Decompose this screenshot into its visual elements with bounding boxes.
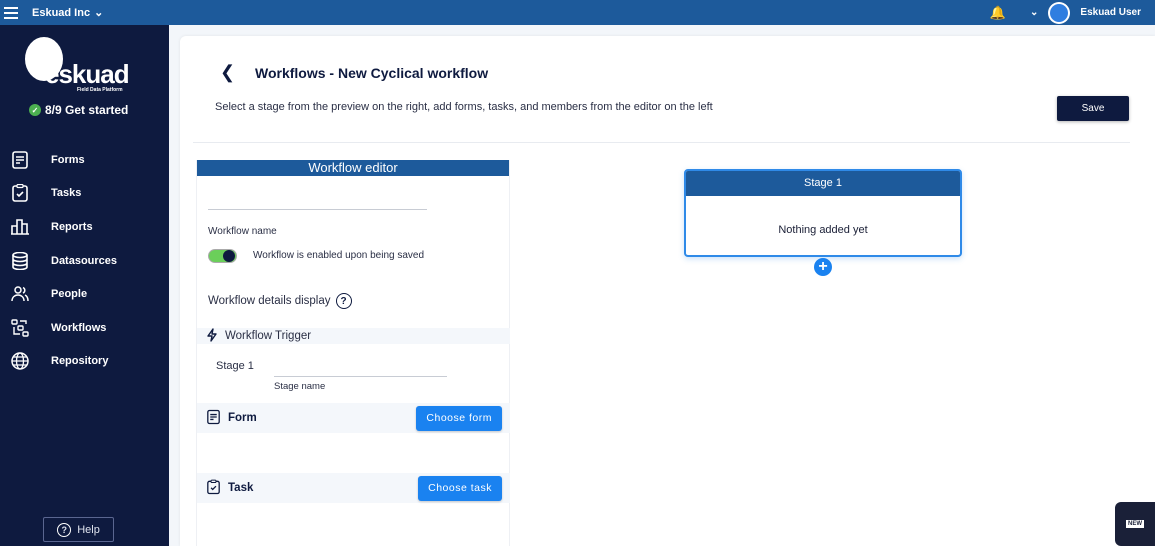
sidebar-item-label: Reports bbox=[51, 220, 93, 233]
workflow-trigger[interactable]: Workflow Trigger bbox=[197, 327, 510, 345]
choose-task-button[interactable]: Choose task bbox=[418, 475, 502, 501]
sidebar-item-workflows[interactable]: Workflows bbox=[0, 311, 169, 345]
form-label: Form bbox=[228, 412, 257, 424]
chevron-down-icon[interactable]: ⌄ bbox=[1030, 7, 1038, 18]
back-chevron-icon[interactable]: ❮ bbox=[220, 62, 235, 83]
logo-subtitle: Field Data Platform bbox=[77, 87, 123, 93]
workflow-name-label: Workflow name bbox=[208, 226, 277, 237]
user-name[interactable]: Eskuad User bbox=[1080, 7, 1141, 18]
trigger-label: Workflow Trigger bbox=[225, 330, 312, 342]
page-title: Workflows - New Cyclical workflow bbox=[255, 65, 489, 81]
whats-new-button[interactable]: NEW bbox=[1115, 502, 1155, 546]
check-circle-icon: ✓ bbox=[29, 104, 41, 116]
workflow-editor: Workflow editor Workflow name Workflow i… bbox=[196, 160, 510, 546]
org-switcher[interactable]: Eskuad Inc ⌄ bbox=[32, 6, 104, 20]
main-card: ❮ Workflows - New Cyclical workflow Sele… bbox=[180, 36, 1155, 546]
divider bbox=[193, 142, 1130, 143]
workflow-icon bbox=[11, 319, 29, 337]
get-started-label: 8/9 Get started bbox=[45, 103, 129, 117]
help-button[interactable]: ? Help bbox=[43, 517, 114, 542]
database-icon bbox=[11, 251, 29, 270]
stage-name-input[interactable] bbox=[274, 376, 447, 377]
org-name: Eskuad Inc bbox=[32, 6, 91, 19]
question-circle-icon[interactable]: ? bbox=[335, 293, 352, 309]
sidebar-item-label: Datasources bbox=[51, 254, 118, 267]
globe-icon bbox=[11, 352, 29, 371]
menu-icon[interactable] bbox=[4, 6, 18, 19]
sidebar-item-datasources[interactable]: Datasources bbox=[0, 244, 169, 278]
help-label: Help bbox=[77, 523, 100, 536]
form-row: Form Choose form bbox=[197, 403, 510, 433]
enabled-toggle[interactable] bbox=[208, 249, 237, 263]
sidebar-item-people[interactable]: People bbox=[0, 277, 169, 311]
sidebar-item-forms[interactable]: Forms bbox=[0, 143, 169, 177]
clipboard-check-icon bbox=[11, 184, 29, 203]
get-started-link[interactable]: ✓ 8/9 Get started bbox=[29, 103, 128, 117]
sidebar-nav: Forms Tasks Reports Datasources People W… bbox=[0, 143, 169, 378]
details-label: Workflow details display bbox=[208, 295, 331, 307]
stage-preview-card[interactable]: Stage 1 Nothing added yet bbox=[684, 169, 962, 257]
lightning-icon bbox=[207, 327, 217, 345]
new-badge: NEW bbox=[1126, 520, 1144, 528]
sidebar-item-tasks[interactable]: Tasks bbox=[0, 177, 169, 211]
workflow-name-input[interactable] bbox=[208, 209, 427, 210]
bell-icon[interactable]: 🔔 bbox=[990, 5, 1006, 21]
sidebar-item-label: Forms bbox=[51, 153, 85, 166]
stage-preview-empty: Nothing added yet bbox=[778, 224, 868, 236]
sidebar: eskuad Field Data Platform ✓ 8/9 Get sta… bbox=[0, 25, 169, 546]
sidebar-item-label: Tasks bbox=[51, 187, 82, 200]
save-button[interactable]: Save bbox=[1057, 96, 1129, 121]
form-icon bbox=[11, 150, 29, 169]
avatar[interactable] bbox=[1048, 1, 1071, 24]
choose-form-button[interactable]: Choose form bbox=[416, 405, 502, 431]
logo-text: eskuad bbox=[45, 59, 130, 89]
people-icon bbox=[11, 285, 29, 303]
chevron-down-icon: ⌄ bbox=[94, 7, 104, 19]
top-bar: Eskuad Inc ⌄ 🔔 ⌄ Eskuad User bbox=[0, 0, 1155, 25]
bar-chart-icon bbox=[11, 218, 29, 236]
logo[interactable]: eskuad Field Data Platform bbox=[25, 37, 135, 107]
task-label: Task bbox=[228, 482, 254, 494]
sidebar-item-reports[interactable]: Reports bbox=[0, 210, 169, 244]
form-icon bbox=[207, 409, 220, 428]
enabled-toggle-label: Workflow is enabled upon being saved bbox=[253, 250, 425, 261]
task-row: Task Choose task bbox=[197, 473, 510, 503]
stage-label: Stage 1 bbox=[216, 360, 254, 372]
sidebar-item-label: Workflows bbox=[51, 321, 107, 334]
stage-name-label: Stage name bbox=[274, 381, 326, 392]
stage-preview-title: Stage 1 bbox=[686, 171, 960, 196]
sidebar-item-repository[interactable]: Repository bbox=[0, 345, 169, 379]
sidebar-item-label: Repository bbox=[51, 355, 109, 368]
sidebar-item-label: People bbox=[51, 288, 88, 301]
editor-header: Workflow editor bbox=[197, 160, 509, 176]
question-circle-icon: ? bbox=[57, 522, 72, 537]
add-stage-icon[interactable]: + bbox=[814, 258, 832, 276]
page-description: Select a stage from the preview on the r… bbox=[215, 101, 713, 113]
clipboard-check-icon bbox=[207, 479, 220, 498]
workflow-details-display: Workflow details display ? bbox=[208, 293, 352, 309]
